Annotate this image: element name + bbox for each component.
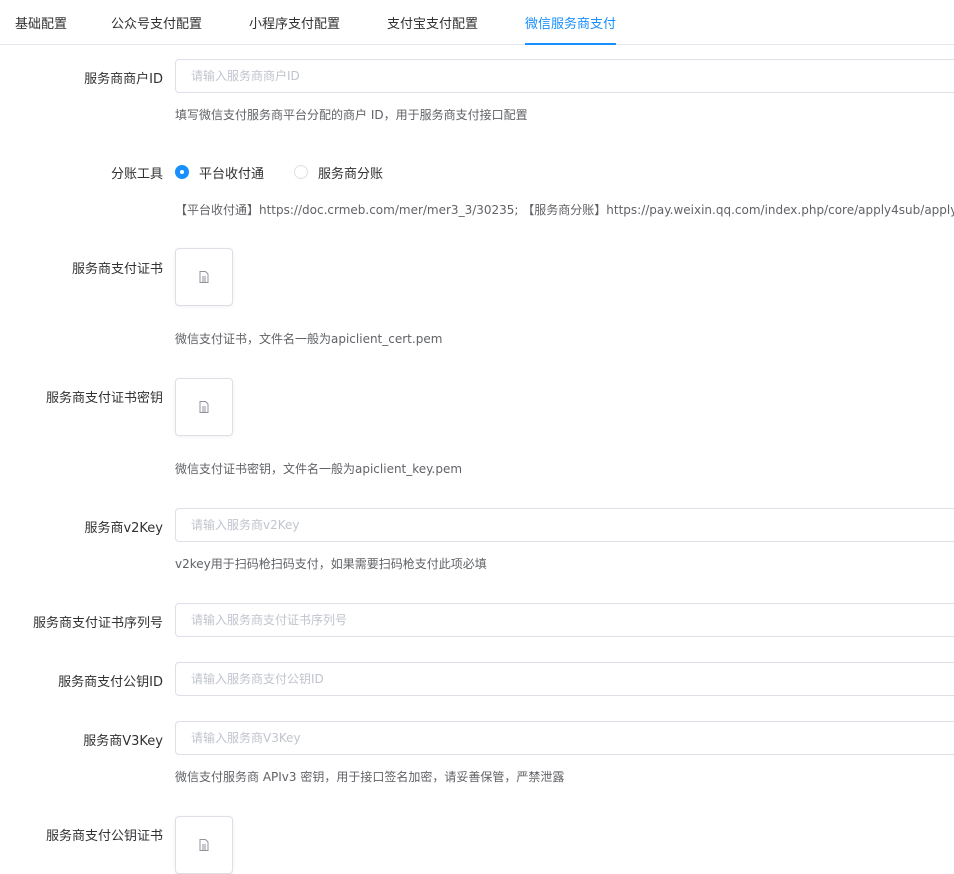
public-key-id-label: 服务商支付公钥ID	[58, 675, 163, 690]
cert-label: 服务商支付证书	[71, 262, 163, 277]
public-key-id-input[interactable]	[176, 663, 931, 695]
public-key-cert-label: 服务商支付公钥证书	[45, 829, 163, 844]
merchant-id-input[interactable]	[176, 60, 931, 92]
cert-serial-field-box	[175, 603, 954, 637]
split-tool-label: 分账工具	[110, 167, 163, 182]
cert-key-upload-button[interactable]	[175, 378, 233, 436]
file-icon	[199, 839, 209, 851]
tab-alipay[interactable]: 支付宝支付配置	[387, 0, 478, 44]
v2key-help: v2key用于扫码枪扫码支付，如果需要扫码枪支付此项必填	[175, 557, 487, 571]
radio-checked-icon	[175, 165, 189, 179]
radio-platform-collection-label: 平台收付通	[199, 166, 265, 182]
public-key-cert-upload-button[interactable]	[175, 816, 233, 874]
v3key-input[interactable]	[176, 722, 931, 754]
v3key-label: 服务商V3Key	[83, 734, 163, 749]
v2key-label: 服务商v2Key	[84, 521, 163, 536]
v2key-input[interactable]	[176, 509, 931, 541]
cert-key-help: 微信支付证书密钥，文件名一般为apiclient_key.pem	[175, 462, 463, 476]
tab-basic-config[interactable]: 基础配置	[15, 0, 67, 44]
cert-key-label: 服务商支付证书密钥	[45, 391, 163, 406]
radio-platform-collection[interactable]: 平台收付通	[175, 163, 265, 182]
v2key-field-box	[175, 508, 954, 542]
split-tool-help: 【平台收付通】https://doc.crmeb.com/mer/mer3_3/…	[175, 203, 954, 217]
radio-unchecked-icon	[294, 165, 308, 179]
cert-upload-button[interactable]	[175, 248, 233, 306]
radio-service-provider-split[interactable]: 服务商分账	[294, 163, 384, 182]
file-icon	[199, 401, 209, 413]
v3key-field-box	[175, 721, 954, 755]
cert-serial-label: 服务商支付证书序列号	[32, 616, 163, 631]
file-icon	[199, 271, 209, 283]
tab-official-account-pay[interactable]: 公众号支付配置	[111, 0, 202, 44]
v3key-help: 微信支付服务商 APIv3 密钥，用于接口签名加密，请妥善保管，严禁泄露	[175, 770, 565, 784]
radio-service-provider-split-label: 服务商分账	[318, 166, 384, 182]
cert-help: 微信支付证书，文件名一般为apiclient_cert.pem	[175, 332, 443, 346]
public-key-id-field-box	[175, 662, 954, 696]
tab-mini-program-pay[interactable]: 小程序支付配置	[249, 0, 340, 44]
merchant-id-label: 服务商商户ID	[84, 72, 163, 87]
cert-serial-input[interactable]	[176, 604, 931, 636]
tab-bar: 基础配置 公众号支付配置 小程序支付配置 支付宝支付配置 微信服务商支付	[0, 0, 954, 45]
tab-wechat-service-provider[interactable]: 微信服务商支付	[525, 0, 617, 45]
merchant-id-field-box	[175, 59, 954, 93]
merchant-id-help: 填写微信支付服务商平台分配的商户 ID，用于服务商支付接口配置	[175, 108, 528, 122]
